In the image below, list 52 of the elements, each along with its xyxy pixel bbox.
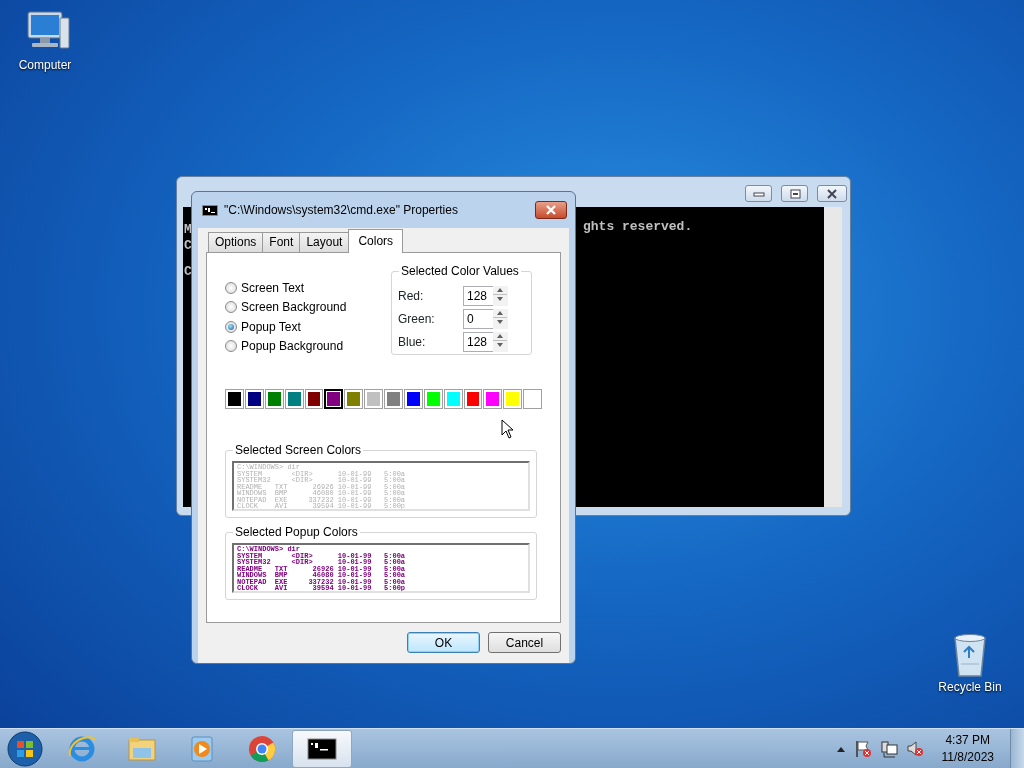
color-swatch[interactable] (264, 389, 284, 409)
console-text: ghts reserved. (583, 218, 693, 236)
color-swatch[interactable] (364, 389, 383, 409)
number-field[interactable]: 0 (463, 308, 493, 329)
color-swatch[interactable] (384, 389, 403, 409)
color-swatch[interactable] (503, 389, 523, 409)
radio-option[interactable]: Screen Text (225, 278, 391, 298)
taskbar-button[interactable] (292, 729, 352, 768)
field-label: Green: (398, 310, 436, 328)
tab[interactable]: Colors (348, 229, 404, 253)
console-text: M (184, 221, 192, 239)
network-icon[interactable] (879, 739, 898, 758)
desktop-icon-label[interactable]: Computer (18, 56, 72, 74)
color-swatch[interactable] (443, 389, 463, 409)
field-label: Red: (398, 287, 425, 305)
speaker-icon[interactable] (905, 739, 924, 758)
color-swatch[interactable] (423, 389, 443, 409)
color-swatch[interactable] (523, 389, 542, 409)
radio-option[interactable]: Screen Background (225, 297, 391, 317)
color-swatch[interactable] (225, 389, 244, 409)
tab[interactable]: Layout (299, 232, 350, 252)
color-swatch[interactable] (304, 389, 324, 409)
desktop-icon-label[interactable]: Recycle Bin (938, 678, 1002, 696)
show-desktop-button[interactable] (1010, 728, 1024, 768)
dialog-button[interactable]: Cancel (488, 632, 561, 653)
color-swatch[interactable] (324, 389, 344, 409)
number-field[interactable]: 128 (463, 285, 493, 306)
color-swatch[interactable] (403, 389, 423, 409)
radio-option[interactable]: Popup Background (225, 336, 391, 356)
mouse-cursor-icon (501, 419, 514, 439)
start-button-icon[interactable] (6, 729, 44, 768)
field-label: Blue: (398, 333, 427, 351)
console-text: C (184, 263, 192, 281)
console-icon (202, 204, 218, 216)
flag-icon[interactable] (853, 739, 872, 758)
color-swatch[interactable] (344, 389, 364, 409)
number-field[interactable]: 128 (463, 331, 493, 352)
console-text: C (184, 237, 192, 255)
tab[interactable]: Font (262, 232, 301, 252)
color-swatch[interactable] (463, 389, 483, 409)
color-swatch[interactable] (244, 389, 264, 409)
browser-icon[interactable] (247, 733, 277, 764)
scrollbar[interactable] (824, 207, 842, 507)
radio-option[interactable]: Popup Text (225, 317, 391, 337)
dialog-button[interactable]: OK (407, 632, 480, 653)
close-icon[interactable] (544, 204, 558, 216)
clock[interactable]: 4:37 PM 11/8/2023 (941, 731, 994, 766)
window-title: "C:\Windows\system32\cmd.exe" Properties (224, 202, 458, 219)
tab[interactable]: Options (208, 232, 264, 252)
color-swatch[interactable] (284, 389, 304, 409)
group-label: Selected Popup Colors (233, 525, 360, 540)
color-swatch[interactable] (483, 389, 503, 409)
